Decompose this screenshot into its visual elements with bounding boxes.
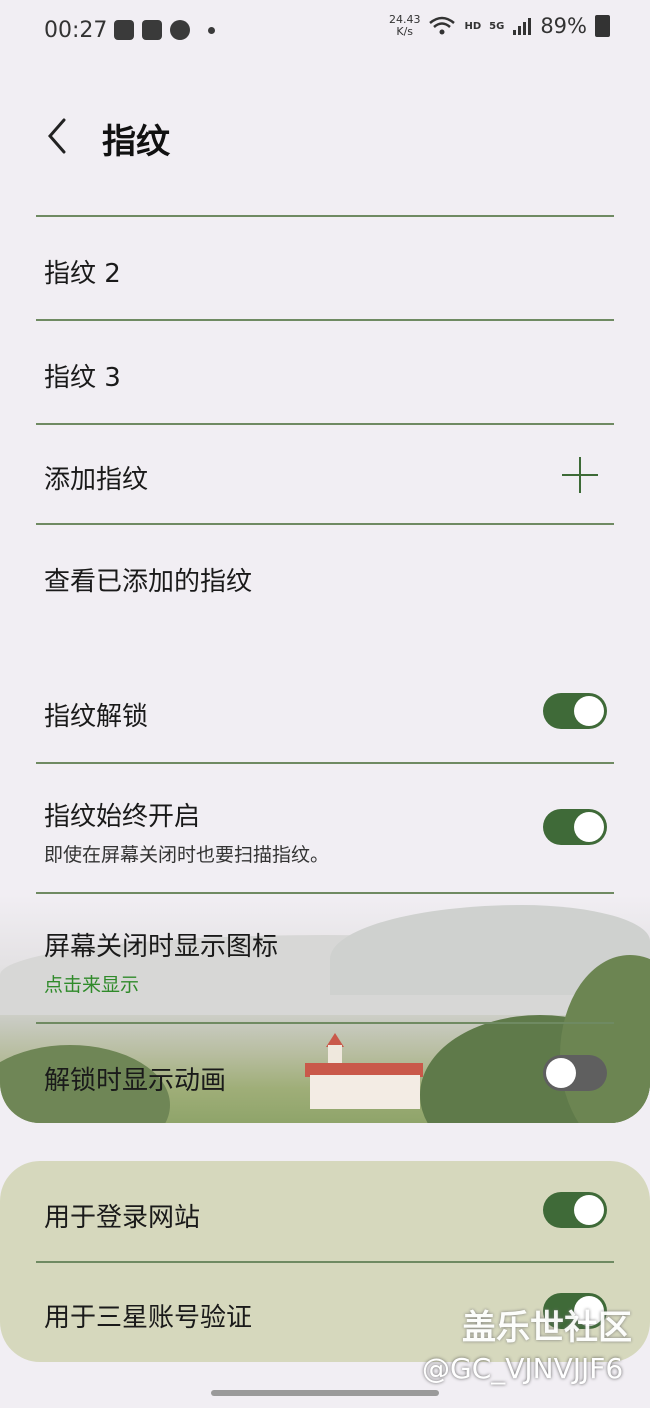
status-right: 24.43 K/s HD 5G 89%: [389, 14, 610, 38]
network-type: 5G: [489, 20, 505, 32]
web-login-setting[interactable]: 用于登录网站: [0, 1161, 650, 1261]
samsung-account-label: 用于三星账号验证: [44, 1303, 253, 1333]
tasks-icon: [142, 20, 162, 40]
wifi-icon: [429, 16, 456, 35]
page-title: 指纹: [102, 122, 170, 162]
screen-off-icon-label: 屏幕关闭时显示图标: [44, 932, 279, 962]
unlock-animation-setting[interactable]: 解锁时显示动画: [0, 1024, 650, 1122]
watermark-user: @GC_VJNVJJF6: [422, 1352, 624, 1385]
notification-icons: [114, 20, 215, 40]
unlock-animation-label: 解锁时显示动画: [44, 1066, 227, 1096]
add-fingerprint-item[interactable]: 添加指纹: [0, 425, 650, 524]
fingerprint-item[interactable]: 指纹 3: [0, 321, 650, 424]
view-fingerprints-label: 查看已添加的指纹: [44, 567, 253, 597]
toggle-knob: [574, 696, 604, 726]
always-on-setting[interactable]: 指纹始终开启 即使在屏幕关闭时也要扫描指纹。: [0, 764, 650, 892]
fingerprint-unlock-label: 指纹解锁: [44, 702, 149, 732]
wechat-icon: [170, 20, 190, 40]
web-login-label: 用于登录网站: [44, 1203, 201, 1233]
battery-icon: [595, 15, 610, 37]
toggle-knob: [546, 1058, 576, 1088]
web-login-toggle[interactable]: [543, 1192, 607, 1228]
gallery-icon: [114, 20, 134, 40]
toggle-knob: [574, 812, 604, 842]
unlock-animation-toggle[interactable]: [543, 1055, 607, 1091]
fingerprint-label: 指纹 3: [44, 363, 121, 393]
view-fingerprints-item[interactable]: 查看已添加的指纹: [0, 525, 650, 625]
status-time: 00:27: [44, 18, 108, 43]
more-notifications-dot: [208, 26, 215, 34]
home-indicator[interactable]: [211, 1390, 439, 1396]
screen-off-icon-setting[interactable]: 屏幕关闭时显示图标 点击来显示: [0, 894, 650, 1022]
speed-unit: K/s: [396, 25, 414, 38]
always-on-toggle[interactable]: [543, 809, 607, 845]
back-button[interactable]: [40, 116, 80, 156]
fingerprint-label: 指纹 2: [44, 259, 121, 289]
signal-icon: [513, 18, 532, 35]
always-on-description: 即使在屏幕关闭时也要扫描指纹。: [44, 844, 330, 866]
status-bar: 00:27 24.43 K/s HD 5G 89%: [0, 0, 650, 64]
network-speed: 24.43 K/s: [389, 14, 421, 38]
hd-label: HD: [464, 20, 482, 32]
plus-icon: [562, 457, 598, 493]
fingerprint-item[interactable]: 指纹 2: [0, 217, 650, 320]
add-fingerprint-label: 添加指纹: [44, 465, 149, 495]
always-on-label: 指纹始终开启: [44, 802, 201, 832]
chevron-left-icon: [48, 118, 66, 154]
watermark-site: 盖乐世社区: [462, 1308, 632, 1348]
fingerprint-unlock-toggle[interactable]: [543, 693, 607, 729]
fingerprint-unlock-setting[interactable]: 指纹解锁: [0, 668, 650, 762]
battery-percent: 89%: [540, 14, 587, 38]
screen-off-icon-status: 点击来显示: [44, 974, 140, 996]
toggle-knob: [574, 1195, 604, 1225]
